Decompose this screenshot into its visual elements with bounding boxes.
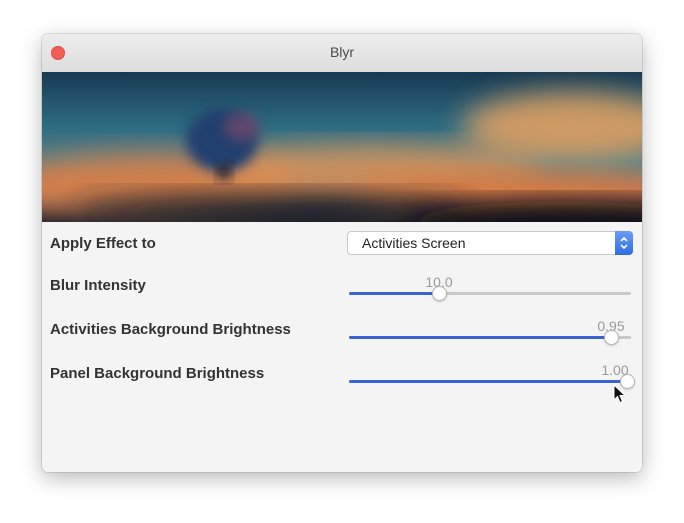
slider-fill <box>349 292 439 295</box>
app-window: Blyr Apply Effect to Activities Screen B… <box>42 34 642 472</box>
blur-preview-image <box>42 72 642 222</box>
titlebar[interactable]: Blyr <box>42 34 642 73</box>
panel-brightness-slider[interactable]: 1.00 <box>349 362 635 392</box>
slider-fill <box>349 380 627 383</box>
slider-handle[interactable] <box>432 286 447 301</box>
mouse-pointer-icon <box>613 384 627 404</box>
slider-handle[interactable] <box>604 330 619 345</box>
panel-brightness-label: Panel Background Brightness <box>50 365 265 382</box>
apply-effect-value: Activities Screen <box>362 235 466 251</box>
blur-intensity-slider[interactable]: 10.0 <box>349 274 631 304</box>
slider-fill <box>349 336 611 339</box>
activities-brightness-slider[interactable]: 0.95 <box>349 318 631 348</box>
blur-intensity-label: Blur Intensity <box>50 277 146 294</box>
apply-effect-select[interactable]: Activities Screen <box>347 231 633 255</box>
up-down-arrows-icon[interactable] <box>615 231 633 255</box>
apply-effect-label: Apply Effect to <box>50 235 156 252</box>
window-title: Blyr <box>329 44 355 60</box>
activities-brightness-label: Activities Background Brightness <box>50 321 291 338</box>
